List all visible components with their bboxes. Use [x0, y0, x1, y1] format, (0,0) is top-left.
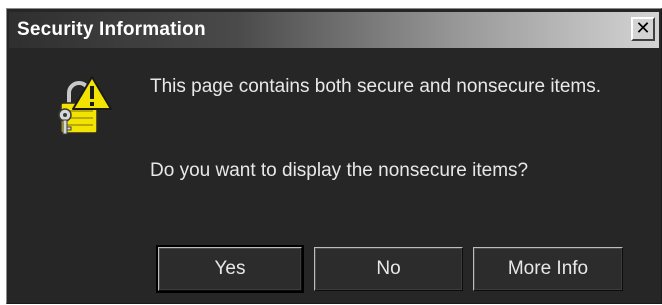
security-information-dialog: Security Information ✕ This page contain…	[6, 8, 662, 304]
close-button[interactable]: ✕	[631, 17, 655, 41]
yes-button[interactable]: Yes	[156, 245, 304, 293]
more-info-button[interactable]: More Info	[473, 247, 623, 291]
no-button[interactable]: No	[314, 247, 463, 291]
close-icon: ✕	[635, 18, 651, 39]
dialog-title: Security Information	[17, 19, 206, 40]
security-message: This page contains both secure and nonse…	[150, 76, 601, 97]
confirmation-question: Do you want to display the nonsecure ite…	[150, 160, 529, 181]
title-bar[interactable]: Security Information ✕	[9, 12, 659, 48]
lock-warning-icon	[55, 71, 113, 143]
